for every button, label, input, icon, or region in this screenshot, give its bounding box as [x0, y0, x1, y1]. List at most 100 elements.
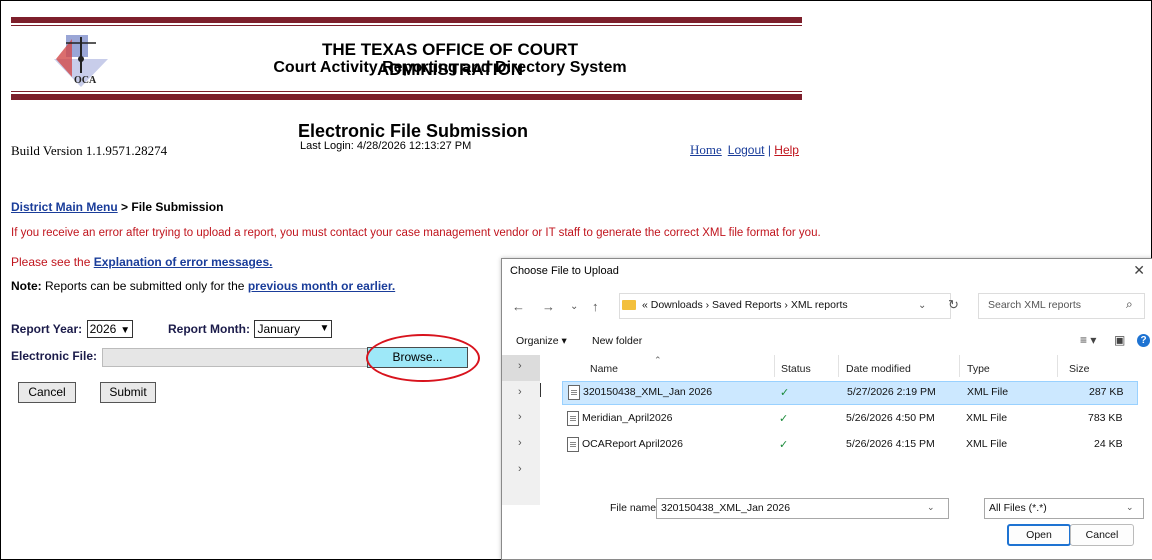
chevron-right-icon[interactable]: › [518, 463, 522, 475]
sync-ok-icon: ✓ [779, 413, 789, 425]
column-type[interactable]: Type [967, 363, 990, 375]
dialog-title: Choose File to Upload [510, 265, 619, 277]
chevron-right-icon[interactable]: › [518, 437, 522, 449]
file-name: Meridian_April2026 [582, 412, 673, 424]
file-row[interactable]: Meridian_April2026 ✓ 5/26/2026 4:50 PM X… [562, 408, 1136, 430]
see-explanation: Please see the Explanation of error mess… [11, 255, 272, 269]
back-icon[interactable]: ← [512, 299, 525, 314]
document-icon [567, 411, 579, 426]
column-divider [838, 355, 839, 377]
link-separator: | [767, 143, 771, 157]
file-type-value: All Files (*.*) [989, 502, 1047, 514]
logout-link[interactable]: Logout [728, 143, 765, 157]
file-row[interactable]: 320150438_XML_Jan 2026 ✓ 5/27/2026 2:19 … [562, 381, 1138, 405]
help-link[interactable]: Help [774, 143, 799, 157]
top-links: Home Logout | Help [690, 142, 799, 158]
file-size: 287 KB [1089, 386, 1124, 398]
folder-icon [622, 300, 636, 310]
report-year-row: Report Year: 2026 ▼ [11, 320, 134, 338]
chevron-down-icon[interactable]: ⌄ [918, 300, 926, 311]
file-name-label: File name: [610, 502, 660, 514]
note-text: Reports can be submitted only for the [45, 279, 245, 293]
chevron-down-icon: ▼ [319, 323, 330, 334]
column-divider [774, 355, 775, 377]
sync-ok-icon: ✓ [779, 439, 789, 451]
breadcrumb: District Main Menu > File Submission [11, 200, 223, 214]
file-name: OCAReport April2026 [582, 438, 683, 450]
up-icon[interactable]: ↑ [592, 299, 599, 314]
header-bar-bottom-thin [11, 91, 802, 92]
breadcrumb-current: File Submission [131, 200, 224, 214]
home-link[interactable]: Home [690, 142, 722, 157]
view-options-icon[interactable]: ≡ ▾ [1080, 333, 1096, 347]
report-month-label: Report Month: [168, 322, 250, 337]
explanation-link[interactable]: Explanation of error messages. [94, 255, 273, 269]
file-upload-dialog: Choose File to Upload ✕ ← → ⌄ ↑ « Downlo… [501, 258, 1152, 560]
document-icon [568, 385, 580, 400]
report-year-label: Report Year: [11, 322, 83, 337]
address-breadcrumb[interactable]: « Downloads › Saved Reports › XML report… [642, 299, 848, 311]
file-size: 24 KB [1094, 438, 1123, 450]
sync-ok-icon: ✓ [780, 387, 790, 399]
chevron-right-icon[interactable]: › [518, 360, 522, 372]
report-month-row: Report Month: January ▼ [168, 320, 333, 338]
file-type: XML File [966, 438, 1008, 450]
sort-ascending-icon: ⌃ [654, 355, 662, 365]
electronic-file-input[interactable] [102, 348, 368, 367]
file-size: 783 KB [1088, 412, 1123, 424]
chevron-down-icon[interactable]: ⌄ [927, 502, 935, 513]
chevron-right-icon[interactable]: › [518, 386, 522, 398]
preview-pane-icon[interactable]: ▣ [1114, 333, 1125, 347]
dialog-cancel-button[interactable]: Cancel [1070, 524, 1134, 546]
report-month-value: January [257, 322, 301, 336]
column-name[interactable]: Name [590, 363, 618, 375]
new-folder-button[interactable]: New folder [592, 335, 642, 347]
previous-month-link[interactable]: previous month or earlier. [248, 279, 395, 293]
logo-text: OCA [74, 75, 97, 86]
submit-button[interactable]: Submit [100, 382, 156, 403]
help-icon[interactable]: ? [1137, 334, 1150, 347]
see-prefix: Please see the [11, 255, 91, 269]
organize-menu[interactable]: Organize ▾ [516, 335, 567, 347]
report-month-select[interactable]: January ▼ [254, 320, 333, 338]
column-status[interactable]: Status [781, 363, 811, 375]
org-subtitle: Court Activity Reporting and Directory S… [273, 59, 627, 76]
error-notice: If you receive an error after trying to … [11, 227, 821, 239]
report-year-select[interactable]: 2026 ▼ [86, 320, 134, 338]
file-date: 5/27/2026 2:19 PM [847, 386, 936, 398]
file-name: 320150438_XML_Jan 2026 [583, 386, 713, 398]
file-name-value: 320150438_XML_Jan 2026 [661, 502, 791, 514]
column-divider [1057, 355, 1058, 377]
build-version: Build Version 1.1.9571.28274 [11, 143, 168, 158]
last-login: Last Login: 4/28/2026 12:13:27 PM [300, 140, 472, 152]
electronic-file-row: Electronic File: [11, 347, 97, 365]
file-date: 5/26/2026 4:15 PM [846, 438, 935, 450]
note-label: Note: [11, 279, 42, 293]
report-year-value: 2026 [89, 322, 117, 336]
search-placeholder: Search XML reports [988, 299, 1081, 311]
header-bar-bottom [11, 94, 802, 100]
file-row[interactable]: OCAReport April2026 ✓ 5/26/2026 4:15 PM … [562, 434, 1136, 456]
header-bar-top-thin [11, 25, 802, 26]
highlight-circle [366, 334, 480, 382]
refresh-icon[interactable]: ↻ [948, 297, 959, 313]
column-size[interactable]: Size [1069, 363, 1089, 375]
column-divider [959, 355, 960, 377]
cancel-button[interactable]: Cancel [18, 382, 76, 403]
chevron-right-icon[interactable]: › [518, 411, 522, 423]
page-title: Electronic File Submission [298, 121, 529, 141]
open-button[interactable]: Open [1007, 524, 1071, 546]
close-icon[interactable]: ✕ [1133, 262, 1145, 279]
oca-logo: OCA [54, 35, 108, 87]
electronic-file-label: Electronic File: [11, 349, 98, 363]
chevron-down-icon[interactable]: ⌄ [1126, 502, 1134, 513]
file-type: XML File [967, 386, 1009, 398]
recent-locations-icon[interactable]: ⌄ [570, 301, 578, 312]
note: Note: Reports can be submitted only for … [11, 279, 395, 293]
breadcrumb-district-main-menu[interactable]: District Main Menu [11, 200, 118, 214]
header-bar-top [11, 17, 802, 23]
search-icon: ⌕ [1126, 297, 1133, 311]
document-icon [567, 437, 579, 452]
column-date-modified[interactable]: Date modified [846, 363, 911, 375]
forward-icon[interactable]: → [542, 299, 555, 314]
